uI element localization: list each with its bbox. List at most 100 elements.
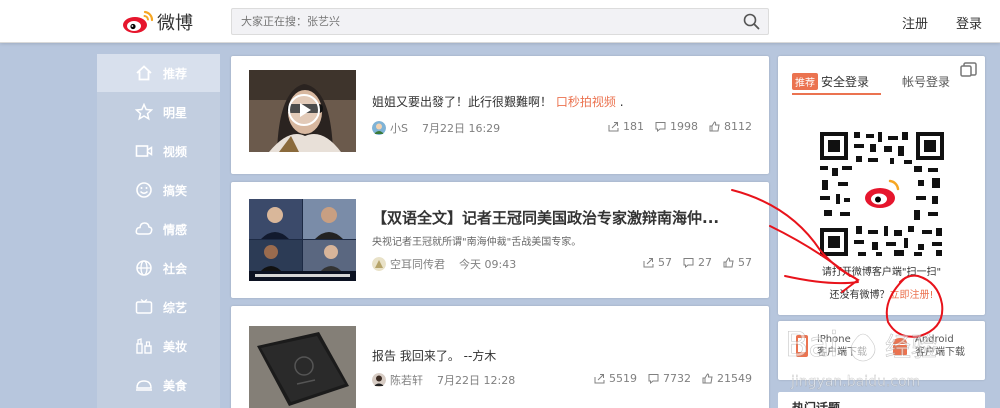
post-stats: 181 1998 8112 [597,120,752,133]
makeup-icon [136,338,152,354]
login-link[interactable]: 登录 [956,13,982,32]
leather-wallet-thumbnail [249,326,356,408]
comment-button[interactable]: 7732 [648,372,691,385]
thumbs-up-icon [702,373,713,384]
category-sidebar: 推荐 明星 视频 搞笑 情感 社会 综艺 美妆 美食 [97,54,220,408]
pc-switch-icon[interactable] [959,60,979,80]
register-now-link[interactable]: 立即注册! [889,290,933,301]
video-icon [135,145,153,157]
sidebar-item-beauty[interactable]: 美妆 [97,327,220,365]
share-icon [594,374,605,384]
comment-icon [655,122,666,132]
like-count: 8112 [724,120,752,133]
post-body: 姐姐又要出發了！此行很艱難啊！ [372,95,553,109]
comment-button[interactable]: 1998 [655,120,698,133]
qr-code [814,126,950,262]
like-count: 57 [738,256,752,269]
post-time: 7月22日 16:29 [421,122,501,135]
like-button[interactable]: 57 [723,256,752,269]
share-button[interactable]: 57 [643,256,672,269]
sidebar-item-label: 社会 [163,261,188,276]
share-count: 181 [623,120,644,133]
sidebar-item-video[interactable]: 视频 [97,132,220,170]
like-count: 21549 [717,372,752,385]
avatar[interactable] [372,121,386,135]
register-prompt: 还没有微博？立即注册! [778,286,985,301]
search-input[interactable] [232,9,732,34]
hot-topics-title: 热门话题 [792,401,841,408]
share-icon [643,258,654,268]
post-meta: 陈若轩 7月22日 12:28 [372,372,515,388]
login-panel: 推荐 安全登录 帐号登录 请打开微博客户端"扫一扫" 还没有微博？立即注册! [778,56,985,315]
author-name[interactable]: 空耳同传君 [390,256,445,272]
comment-icon [683,258,694,268]
like-button[interactable]: 8112 [709,120,752,133]
sidebar-item-society[interactable]: 社会 [97,249,220,287]
avatar[interactable] [372,373,386,387]
tab-account-login[interactable]: 帐号登录 [902,73,950,90]
author-name[interactable]: 小S [390,120,408,136]
active-tab-indicator [792,93,881,95]
sidebar-item-label: 美食 [163,378,188,393]
sidebar-item-emotion[interactable]: 情感 [97,210,220,248]
share-count: 5519 [609,372,637,385]
sidebar-item-label: 综艺 [163,300,188,315]
dish-icon [136,380,152,391]
sidebar-item-label: 搞笑 [163,183,188,198]
sidebar-item-label: 视频 [163,144,188,159]
comment-count: 7732 [663,372,691,385]
feed-card[interactable]: 【双语全文】记者王冠同美国政治专家激辩南海仲... 央视记者王冠就所谓"南海仲裁… [231,182,769,298]
post-text: 姐姐又要出發了！此行很艱難啊！ 口秒拍视频 . [372,93,624,110]
comment-icon [648,374,659,384]
author-name[interactable]: 陈若轩 [390,372,423,388]
sidebar-item-label: 情感 [163,222,188,237]
smile-icon [136,182,152,198]
feed-card[interactable]: 报告 我回来了。 --方木 陈若轩 7月22日 12:28 5519 7732 … [231,306,769,408]
post-image[interactable] [249,326,356,408]
top-navigation-bar: 微博 注册 登录 [0,0,1000,43]
share-button[interactable]: 5519 [594,372,637,385]
sidebar-item-recommend[interactable]: 推荐 [97,54,220,92]
qr-hint: 请打开微博客户端"扫一扫" [821,267,942,278]
sidebar-item-variety[interactable]: 综艺 [97,288,220,326]
search-box [231,8,769,35]
register-link[interactable]: 注册 [902,13,928,32]
post-meta: 小S 7月22日 16:29 [372,120,500,136]
share-button[interactable]: 181 [608,120,644,133]
sidebar-item-food[interactable]: 美食 [97,366,220,404]
post-stats: 5519 7732 21549 [583,372,752,385]
no-account-text: 还没有微博？ [829,290,890,301]
post-title[interactable]: 【双语全文】记者王冠同美国政治专家激辩南海仲... [372,207,719,228]
search-icon[interactable] [743,13,760,30]
video-thumbnail[interactable] [249,70,356,152]
video-link[interactable]: 口秒拍视频 [556,95,616,109]
sidebar-item-stars[interactable]: 明星 [97,93,220,131]
weibo-eye-icon [123,10,154,33]
home-icon [136,65,152,81]
logo-text: 微博 [157,13,193,34]
post-time: 7月22日 12:28 [437,374,516,387]
video-thumbnail[interactable] [249,199,356,281]
sidebar-item-label: 明星 [163,105,188,120]
post-subtitle: 央视记者王冠就所谓"南海仲裁"舌战美国专家。 [372,237,582,248]
post-text: 报告 我回来了。 --方木 [372,349,497,363]
woman-sunglasses-thumbnail [249,70,356,152]
sidebar-item-funny[interactable]: 搞笑 [97,171,220,209]
comment-count: 27 [698,256,712,269]
feed-card[interactable]: 姐姐又要出發了！此行很艱難啊！ 口秒拍视频 . 小S 7月22日 16:29 1… [231,56,769,174]
share-count: 57 [658,256,672,269]
post-stats: 57 27 57 [632,256,752,269]
news-debate-thumbnail [249,199,356,281]
watermark-text-2: 经验 [885,333,937,363]
post-meta: 空耳同传君 今天 09:43 [372,256,516,272]
tab-secure-login[interactable]: 推荐 安全登录 [792,73,869,90]
sidebar-item-label: 推荐 [163,66,188,81]
avatar[interactable] [372,257,386,271]
tab-secure-label: 安全登录 [821,75,870,89]
comment-button[interactable]: 27 [683,256,712,269]
post-time: 今天 09:43 [459,258,517,271]
like-button[interactable]: 21549 [702,372,752,385]
weibo-logo[interactable]: 微博 [121,8,193,36]
star-icon [135,103,153,121]
heart-cloud-icon [135,222,153,235]
